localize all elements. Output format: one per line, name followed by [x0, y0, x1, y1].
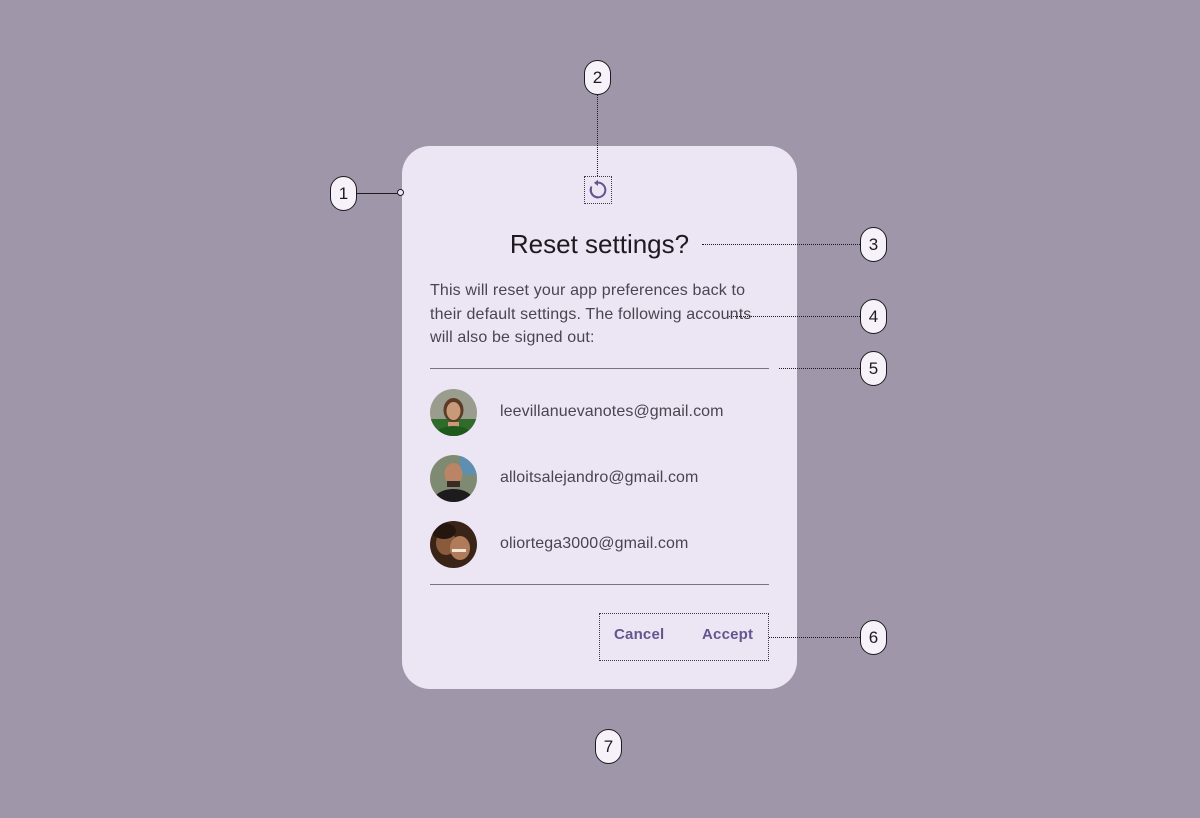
callout-2-leader: [597, 95, 598, 176]
account-email: alloitsalejandro@gmail.com: [500, 469, 699, 486]
callout-7: 7: [595, 729, 622, 764]
cancel-button[interactable]: Cancel: [614, 626, 664, 643]
callout-5: 5: [860, 351, 887, 386]
account-email: oliortega3000@gmail.com: [500, 535, 689, 552]
callout-6: 6: [860, 620, 887, 655]
account-email: leevillanuevanotes@gmail.com: [500, 403, 724, 420]
avatar-couple: [430, 520, 477, 568]
callout-3: 3: [860, 227, 887, 262]
bottom-divider: [430, 584, 769, 585]
dialog-supporting-text: This will reset your app preferences bac…: [430, 282, 752, 346]
callout-1-anchor: [397, 189, 404, 196]
callout-4-leader: [729, 316, 860, 317]
account-list-item[interactable]: leevillanuevanotes@gmail.com: [430, 388, 769, 436]
account-list-item[interactable]: alloitsalejandro@gmail.com: [430, 454, 769, 502]
callout-2: 2: [584, 60, 611, 95]
avatar-man: [430, 454, 477, 502]
reset-icon: [584, 176, 612, 204]
callout-1-leader: [357, 193, 397, 194]
top-divider: [430, 368, 769, 369]
callout-6-leader: [769, 637, 860, 638]
callout-5-leader: [779, 368, 860, 369]
callout-3-leader: [702, 244, 860, 245]
account-list-item[interactable]: oliortega3000@gmail.com: [430, 520, 769, 568]
accept-button[interactable]: Accept: [702, 626, 753, 643]
callout-4: 4: [860, 299, 887, 334]
avatar-woman: [430, 388, 477, 436]
dialog-actions: Cancel Accept: [599, 613, 769, 661]
callout-1: 1: [330, 176, 357, 211]
